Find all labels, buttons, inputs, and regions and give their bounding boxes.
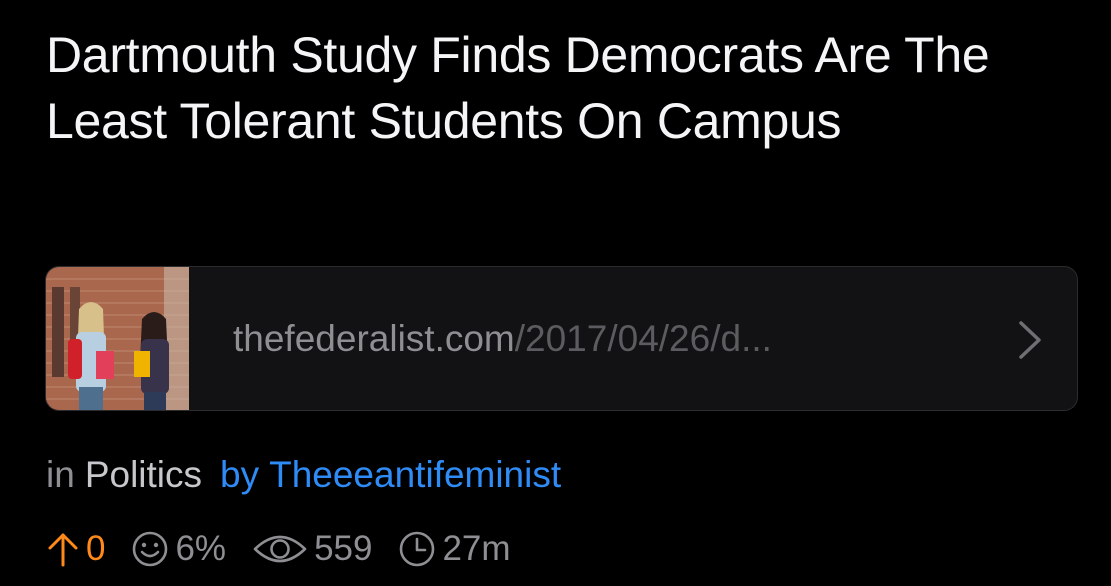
views-count: 559 xyxy=(314,529,373,568)
arrow-up-icon xyxy=(48,533,78,567)
upvote-count: 0 xyxy=(86,529,106,568)
category-link[interactable]: Politics xyxy=(85,454,202,495)
chevron-right-icon[interactable] xyxy=(1017,319,1043,361)
ratio-stat: 6% xyxy=(131,529,226,569)
link-preview-card[interactable]: thefederalist.com/2017/04/26/d... xyxy=(45,266,1078,411)
by-label: by xyxy=(220,454,260,495)
views-stat: 559 xyxy=(252,529,372,569)
eye-icon xyxy=(253,535,307,563)
link-thumbnail xyxy=(46,267,189,410)
ratio-value: 6% xyxy=(175,529,227,568)
post-stats: 0 6% 559 27m xyxy=(46,526,511,572)
post-meta: in Politics by Theeeantifeminist xyxy=(46,452,561,498)
link-path: /2017/04/26/d... xyxy=(514,318,772,359)
post-title: Dartmouth Study Finds Democrats Are The … xyxy=(46,27,990,149)
upvote-button[interactable]: 0 xyxy=(46,529,105,569)
clock-icon xyxy=(400,531,435,567)
age-stat: 27m xyxy=(398,529,511,569)
link-domain: thefederalist.com xyxy=(233,318,515,359)
author-link[interactable]: Theeeantifeminist xyxy=(269,454,561,495)
in-label: in xyxy=(46,454,75,495)
age-value: 27m xyxy=(442,529,511,568)
smiley-icon xyxy=(133,531,168,567)
link-url: thefederalist.com/2017/04/26/d... xyxy=(233,315,772,363)
